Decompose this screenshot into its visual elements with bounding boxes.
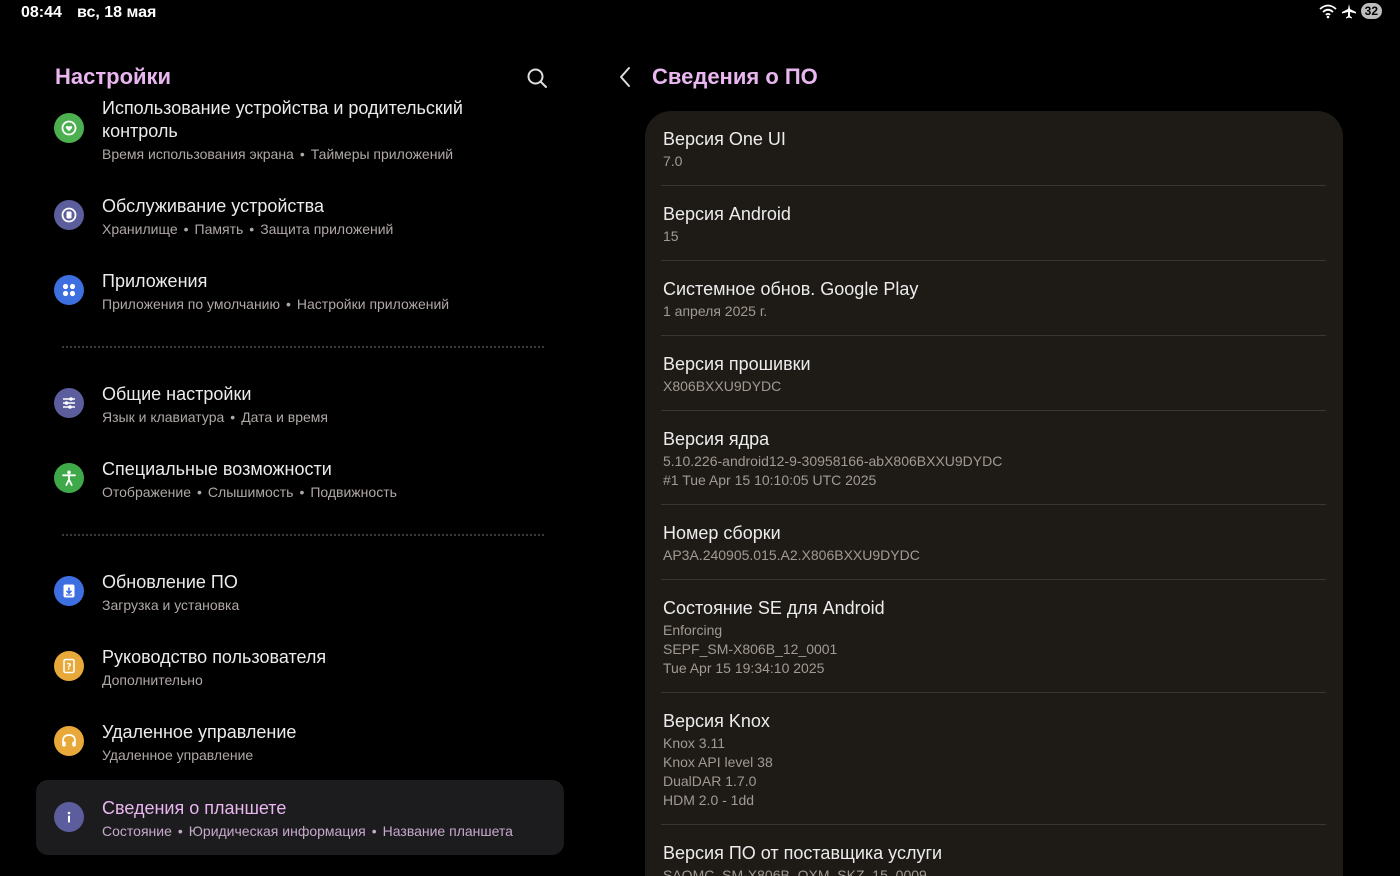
settings-item-subtitle: Отображение • Слышимость • Подвижность (102, 484, 397, 500)
info-row-value: 15 (663, 228, 679, 244)
info-row-value: X806BXXU9DYDC (663, 378, 782, 394)
settings-item-subtitle: Дополнительно (102, 672, 203, 688)
settings-item-title: Приложения (102, 271, 208, 291)
info-row-title: Состояние SE для Android (663, 598, 885, 618)
settings-item-general-management[interactable]: Общие настройки Язык и клавиатура • Дата и… (36, 378, 564, 434)
info-row-value: AP3A.240905.015.A2.X806BXXU9DYDC (663, 547, 920, 563)
settings-item-digital-wellbeing[interactable]: Использование устройства и родительский … (36, 98, 564, 170)
settings-item-subtitle: Состояние • Юридическая информация • Названи… (102, 823, 513, 839)
headset-icon (54, 726, 84, 756)
info-row-carrier-software[interactable]: Версия ПО от поставщика услуги SAOMC_SM-… (645, 843, 1343, 876)
row-divider (661, 692, 1326, 693)
settings-item-remote-support[interactable]: Удаленное управление Удаленное управлени… (36, 716, 564, 772)
info-row-one-ui[interactable]: Версия One UI 7.0 (645, 129, 1343, 183)
section-divider (62, 346, 544, 348)
settings-item-title: Сведения о планшете (102, 798, 287, 818)
info-row-android-version[interactable]: Версия Android 15 (645, 204, 1343, 258)
info-row-se-android[interactable]: Состояние SE для Android Enforcing SEPF_… (645, 598, 1343, 690)
svg-text:?: ? (66, 663, 71, 673)
section-divider (62, 534, 544, 536)
airplane-icon (1341, 4, 1356, 19)
settings-item-device-care[interactable]: Обслуживание устройства Хранилище • Память… (36, 190, 564, 246)
info-row-title: Версия прошивки (663, 354, 811, 374)
settings-item-subtitle: Удаленное управление (102, 747, 254, 763)
info-row-value: SEPF_SM-X806B_12_0001 (663, 641, 838, 657)
row-divider (661, 504, 1326, 505)
software-update-icon (54, 576, 84, 606)
settings-pane: Настройки Использование устройства и род… (0, 0, 590, 876)
info-row-kernel[interactable]: Версия ядра 5.10.226-android12-9-3095816… (645, 429, 1343, 503)
settings-item-title: Специальные возможности (102, 459, 332, 479)
user-manual-icon: ? (54, 651, 84, 681)
info-row-value: #1 Tue Apr 15 10:10:05 UTC 2025 (663, 472, 877, 488)
device-care-icon (54, 200, 84, 230)
sliders-icon (54, 388, 84, 418)
row-divider (661, 335, 1326, 336)
info-row-value: DualDAR 1.7.0 (663, 773, 757, 789)
info-row-title: Версия Android (663, 204, 791, 224)
info-icon (54, 802, 84, 832)
settings-item-subtitle: Приложения по умолчанию • Настройки прилож… (102, 296, 450, 312)
info-row-value: 1 апреля 2025 г. (663, 303, 768, 319)
info-row-google-play-update[interactable]: Системное обнов. Google Play 1 апреля 20… (645, 279, 1343, 333)
settings-item-subtitle: Хранилище • Память • Защита приложений (102, 221, 394, 237)
info-row-build-number[interactable]: Номер сборки AP3A.240905.015.A2.X806BXXU… (645, 523, 1343, 577)
search-icon[interactable] (525, 66, 549, 90)
wifi-icon (1319, 4, 1337, 19)
status-icons: 32 (1319, 3, 1382, 19)
info-row-knox[interactable]: Версия Knox Knox 3.11 Knox API level 38 … (645, 711, 1343, 823)
row-divider (661, 579, 1326, 580)
row-divider (661, 260, 1326, 261)
settings-list: Использование устройства и родительский … (0, 98, 590, 876)
accessibility-icon (54, 463, 84, 493)
info-row-title: Системное обнов. Google Play (663, 279, 919, 299)
info-row-title: Версия One UI (663, 129, 786, 149)
info-row-value: HDM 2.0 - 1dd (663, 792, 755, 808)
settings-item-user-manual[interactable]: ? Руководство пользователя Дополнительно (36, 641, 564, 697)
info-row-value: 5.10.226-android12-9-30958166-abX806BXXU… (663, 453, 1003, 469)
info-row-value: Knox 3.11 (663, 735, 726, 751)
back-icon[interactable] (614, 64, 638, 90)
settings-item-title-line1: Использование устройства и родительский (102, 98, 463, 118)
apps-icon (54, 275, 84, 305)
settings-item-subtitle: Загрузка и установка (102, 597, 240, 613)
settings-item-subtitle: Время использования экрана • Таймеры прило… (102, 146, 454, 162)
info-row-value: Knox API level 38 (663, 754, 773, 770)
settings-item-title: контроль (102, 121, 178, 141)
info-row-title: Версия Knox (663, 711, 770, 731)
row-divider (661, 824, 1326, 825)
settings-item-software-update[interactable]: Обновление ПО Загрузка и установка (36, 566, 564, 622)
settings-item-subtitle: Язык и клавиатура • Дата и время (102, 409, 329, 425)
software-info-card: Версия One UI 7.0 Версия Android 15 Сист… (645, 111, 1343, 876)
row-divider (661, 185, 1326, 186)
settings-title: Настройки (55, 64, 172, 89)
info-row-title: Версия ПО от поставщика услуги (663, 843, 943, 863)
settings-item-accessibility[interactable]: Специальные возможности Отображение • Слыш… (36, 453, 564, 509)
settings-item-title: Общие настройки (102, 384, 252, 404)
info-row-value: Enforcing (663, 622, 723, 638)
settings-item-title: Обновление ПО (102, 572, 238, 592)
software-info-title: Сведения о ПО (652, 64, 818, 89)
settings-item-title: Обслуживание устройства (102, 196, 325, 216)
digital-wellbeing-icon (54, 113, 84, 143)
info-row-value: SAOMC_SM-X806B_OXM_SKZ_15_0009 (663, 867, 927, 876)
info-row-value: 7.0 (663, 153, 683, 169)
info-row-title: Номер сборки (663, 523, 781, 543)
settings-item-apps[interactable]: Приложения Приложения по умолчанию • Настр… (36, 265, 564, 321)
battery-indicator: 32 (1360, 3, 1382, 19)
info-row-value: Tue Apr 15 19:34:10 2025 (663, 660, 825, 676)
settings-item-title: Удаленное управление (102, 722, 297, 742)
info-row-baseband[interactable]: Версия прошивки X806BXXU9DYDC (645, 354, 1343, 408)
info-row-title: Версия ядра (663, 429, 770, 449)
settings-item-about-tablet[interactable]: Сведения о планшете Состояние • Юридическа… (36, 780, 564, 855)
settings-item-title: Руководство пользователя (102, 647, 327, 667)
row-divider (661, 410, 1326, 411)
